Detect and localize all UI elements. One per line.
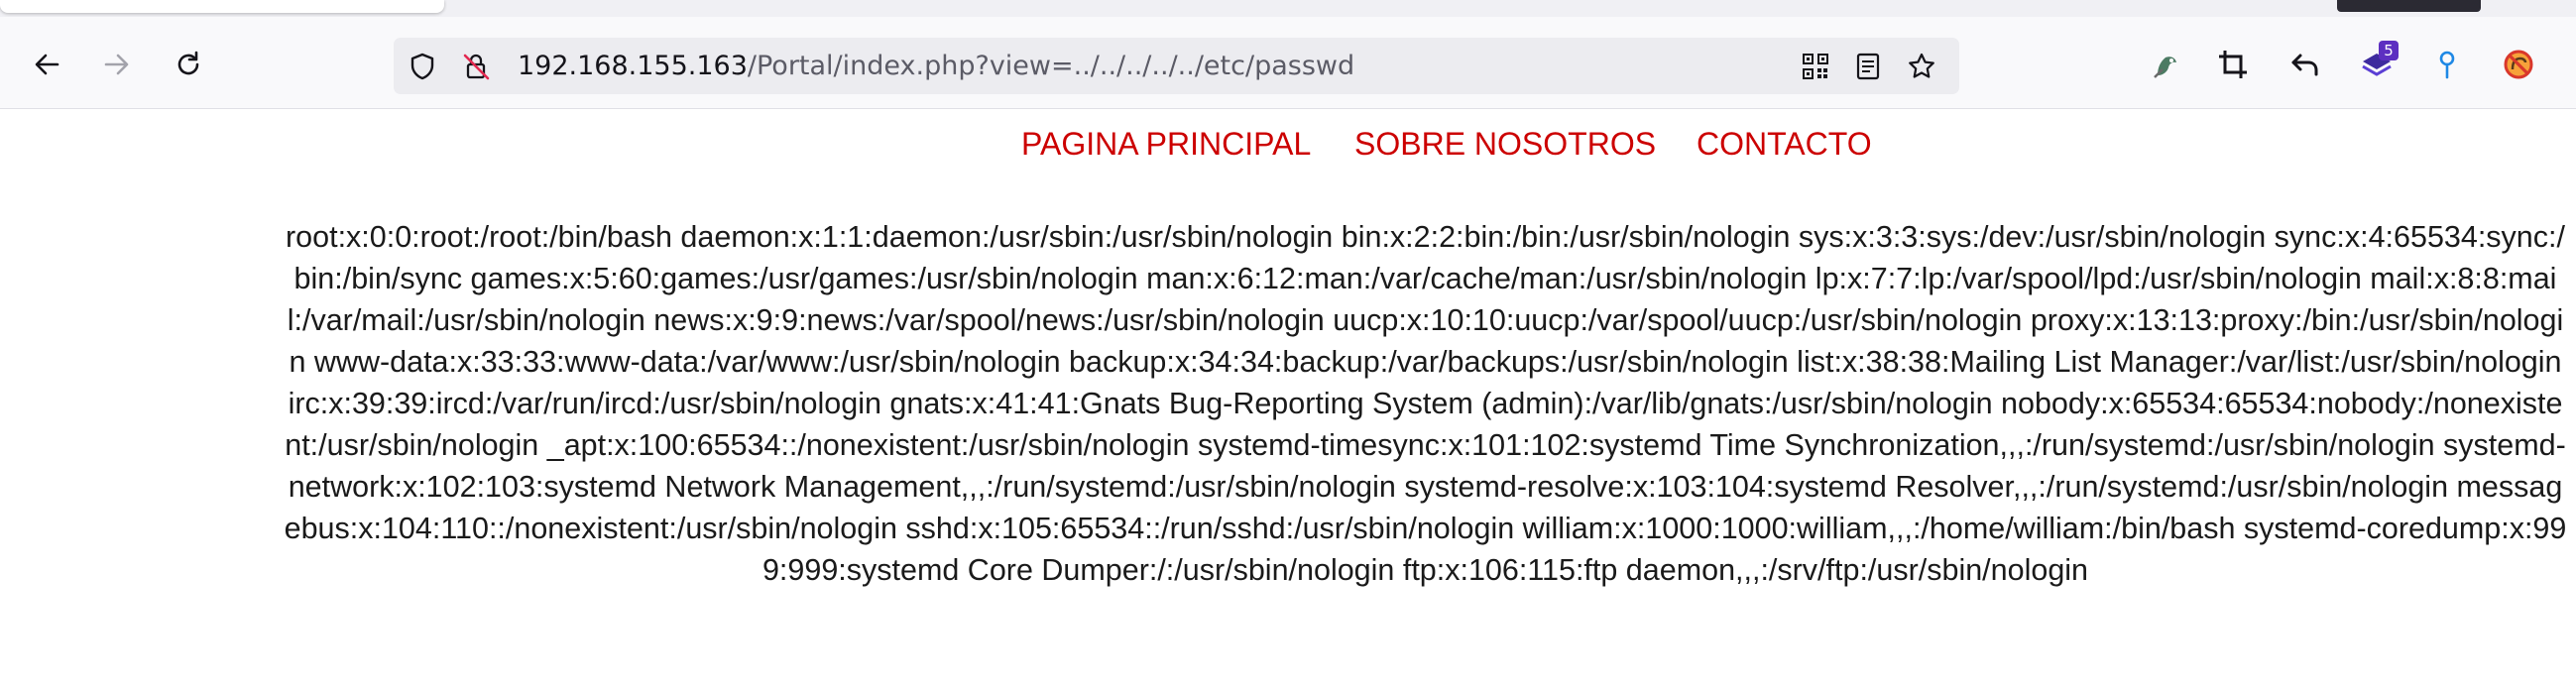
tab-strip-badge[interactable] [2337,0,2481,12]
forward-button[interactable] [95,43,139,86]
pin-icon [2439,51,2455,79]
active-tab[interactable] [0,0,444,13]
nav-link-home[interactable]: PAGINA PRINCIPAL [1021,126,1311,163]
shield-icon [410,53,434,80]
insecure-lock-icon [463,54,490,80]
url-bar[interactable]: 192.168.155.163/Portal/index.php?view=..… [394,38,1959,94]
crop-tool-button[interactable] [2211,43,2255,86]
back-button[interactable] [25,43,68,86]
nav-link-about[interactable]: SOBRE NOSOTROS [1354,126,1656,163]
reader-view-button[interactable] [1851,50,1885,83]
bookmark-button[interactable] [1905,50,1938,83]
reload-button[interactable] [167,43,210,86]
stack-extension-button[interactable]: 5 [2355,41,2399,86]
extension-badge-count: 5 [2379,41,2399,60]
reload-icon [177,51,199,75]
extension-hacker-icon [2154,57,2176,78]
qr-code-icon [1803,54,1828,79]
no-tracking-icon [2504,50,2533,79]
crop-icon [2219,51,2247,78]
tracking-protection-button[interactable] [406,50,439,83]
undo-icon [2291,54,2318,76]
forward-arrow-icon [104,54,129,75]
reader-view-icon [1856,53,1880,80]
qr-code-button[interactable] [1799,50,1832,83]
navigation-toolbar: 192.168.155.163/Portal/index.php?view=..… [0,17,2576,109]
tab-strip [0,0,2576,17]
undo-button[interactable] [2283,43,2327,86]
nav-link-contact[interactable]: CONTACTO [1697,126,1872,163]
url-host: 192.168.155.163 [518,51,748,81]
site-security-button[interactable] [459,50,493,83]
pin-extension-button[interactable] [2425,43,2469,86]
bookmark-star-icon [1909,53,1934,78]
url-text[interactable]: 192.168.155.163/Portal/index.php?view=..… [518,38,1354,94]
back-arrow-icon [35,54,59,75]
extension-hacker-button[interactable] [2144,43,2187,86]
url-path: /Portal/index.php?view=../../../../../et… [747,51,1355,81]
passwd-file-output: root:x:0:0:root:/root:/bin/bash daemon:x… [284,220,2567,587]
no-tracking-button[interactable] [2497,43,2540,86]
